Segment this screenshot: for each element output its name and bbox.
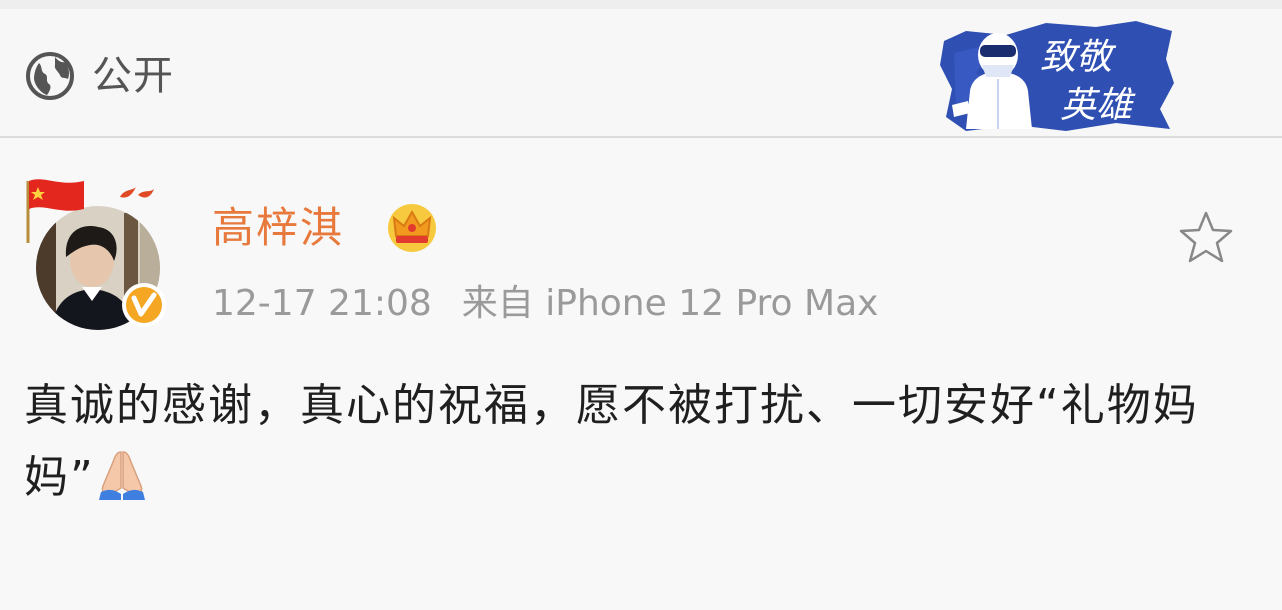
- medical-hero-badge-icon: 致敬 英雄: [940, 21, 1174, 131]
- avatar[interactable]: [20, 173, 170, 333]
- post-content: 真诚的感谢，真心的祝福，愿不被打扰、一切安好“礼物妈妈”: [24, 370, 1254, 514]
- globe-icon: [26, 52, 74, 100]
- post-timestamp: 12-17 21:08: [212, 283, 432, 324]
- weibo-post: 高梓淇 12-17 21:08 来自 iPhone 12 Pro Max 真诚的感…: [0, 138, 1282, 610]
- post-source: 来自 iPhone 12 Pro Max: [461, 283, 879, 324]
- badge-text-line1: 致敬: [1040, 37, 1117, 78]
- privacy-bar: 公开 致敬 英雄: [0, 9, 1282, 138]
- top-strip: [0, 0, 1282, 9]
- author-name[interactable]: 高梓淇: [212, 198, 344, 258]
- post-content-text: 真诚的感谢，真心的祝福，愿不被打扰、一切安好“礼物妈妈”: [24, 380, 1199, 503]
- folded-hands-icon: [98, 451, 145, 500]
- star-outline-icon[interactable]: [1176, 208, 1236, 268]
- privacy-label: 公开: [92, 53, 174, 99]
- badge-text-line2: 英雄: [1060, 85, 1136, 126]
- crown-icon: [388, 204, 436, 252]
- post-meta: 12-17 21:08 来自 iPhone 12 Pro Max: [212, 278, 878, 330]
